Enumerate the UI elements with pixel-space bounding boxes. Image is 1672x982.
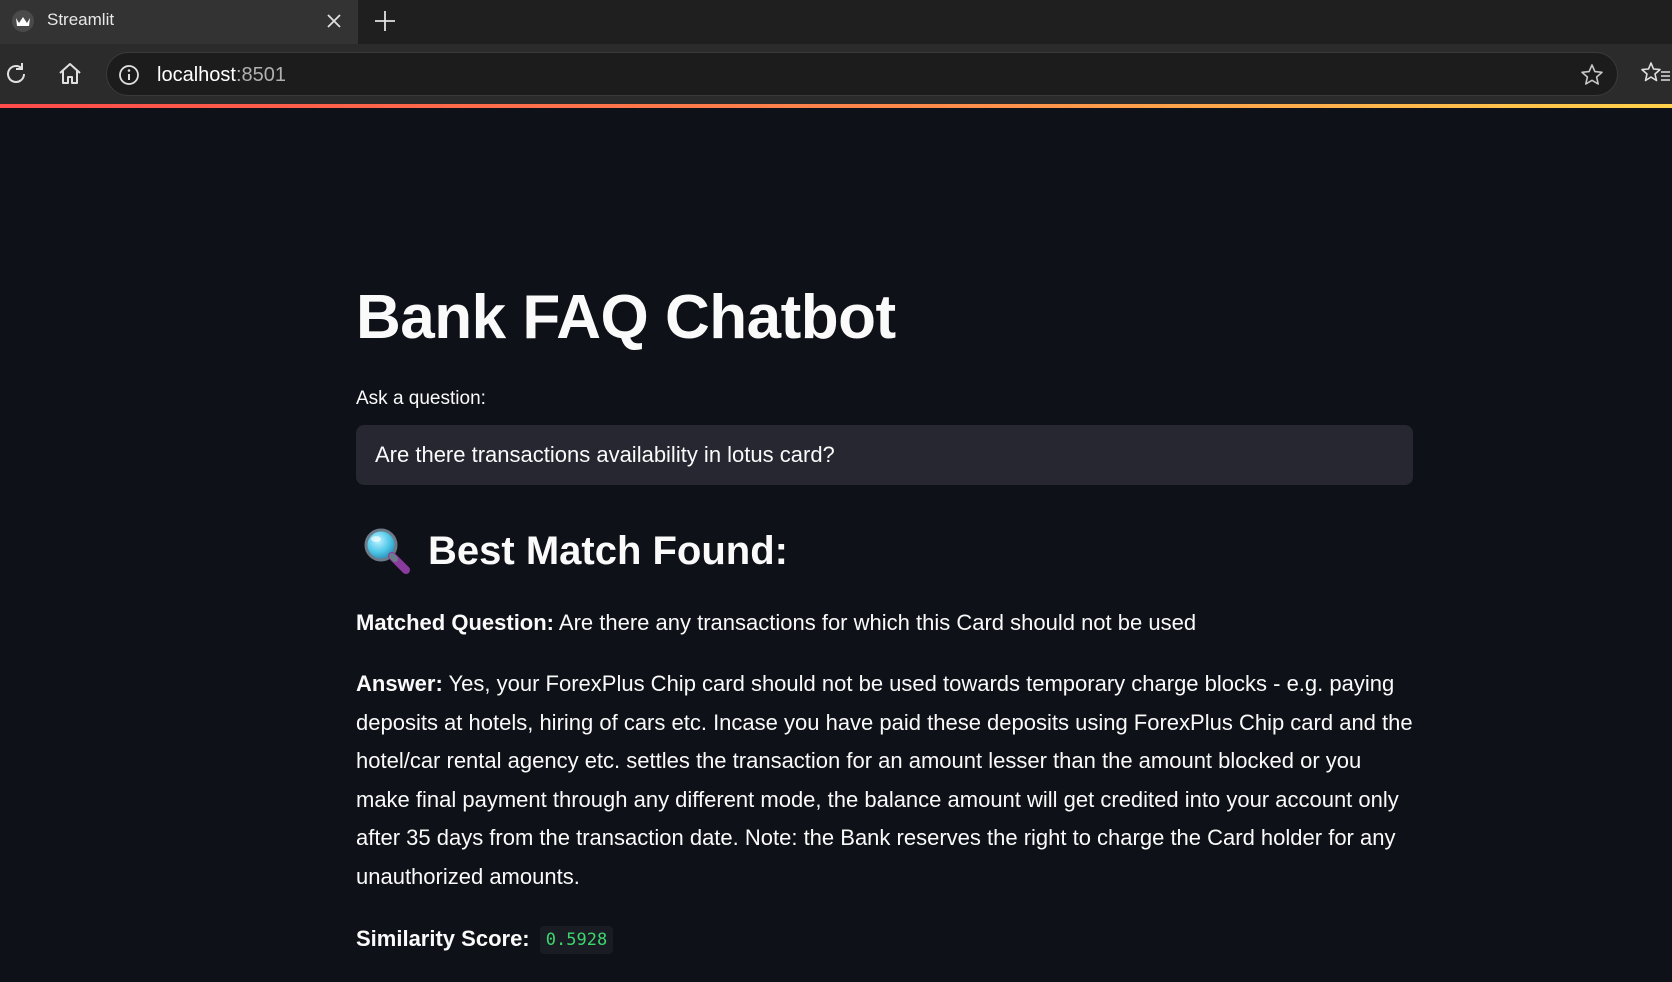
browser-tab[interactable]: Streamlit <box>0 0 358 44</box>
bookmark-star-icon[interactable] <box>1579 62 1605 88</box>
matched-question-text: Matched Question: Are there any transact… <box>356 604 1414 643</box>
reload-icon[interactable] <box>0 58 32 90</box>
browser-tab-bar: Streamlit <box>0 0 1672 44</box>
matched-question-label: Matched Question: <box>356 610 555 635</box>
answer-text: Answer: Yes, your ForexPlus Chip card sh… <box>356 665 1414 896</box>
url-host: localhost <box>157 64 236 86</box>
magnifying-glass-icon <box>364 528 410 574</box>
address-bar[interactable]: localhost:8501 <box>106 52 1618 96</box>
question-input-label: Ask a question: <box>356 388 486 409</box>
home-icon[interactable] <box>54 58 86 90</box>
new-tab-plus-icon[interactable] <box>370 6 400 36</box>
browser-nav-bar: localhost:8501 <box>0 44 1672 104</box>
app-main-block: Bank FAQ Chatbot Ask a question: Best Ma… <box>356 108 1414 982</box>
answer-value: Yes, your ForexPlus Chip card should not… <box>356 671 1413 889</box>
tab-title: Streamlit <box>47 10 115 29</box>
url-text[interactable]: localhost:8501 <box>157 64 286 87</box>
answer-label: Answer: <box>356 671 443 696</box>
similarity-score-text: Similarity Score: 0.5928 <box>356 920 1414 959</box>
url-port: :8501 <box>235 64 286 86</box>
question-input[interactable] <box>356 425 1413 485</box>
result-heading: Best Match Found: <box>428 528 788 573</box>
close-icon[interactable] <box>322 9 346 33</box>
matched-question-value: Are there any transactions for which thi… <box>558 610 1197 635</box>
page-title: Bank FAQ Chatbot <box>356 283 896 352</box>
similarity-score-label: Similarity Score: <box>356 926 530 951</box>
site-info-icon[interactable] <box>117 63 141 87</box>
similarity-score-value: 0.5928 <box>539 926 614 955</box>
result-subheader: Best Match Found: <box>362 526 788 576</box>
favorites-icon[interactable] <box>1640 58 1672 90</box>
streamlit-crown-icon <box>12 10 34 32</box>
